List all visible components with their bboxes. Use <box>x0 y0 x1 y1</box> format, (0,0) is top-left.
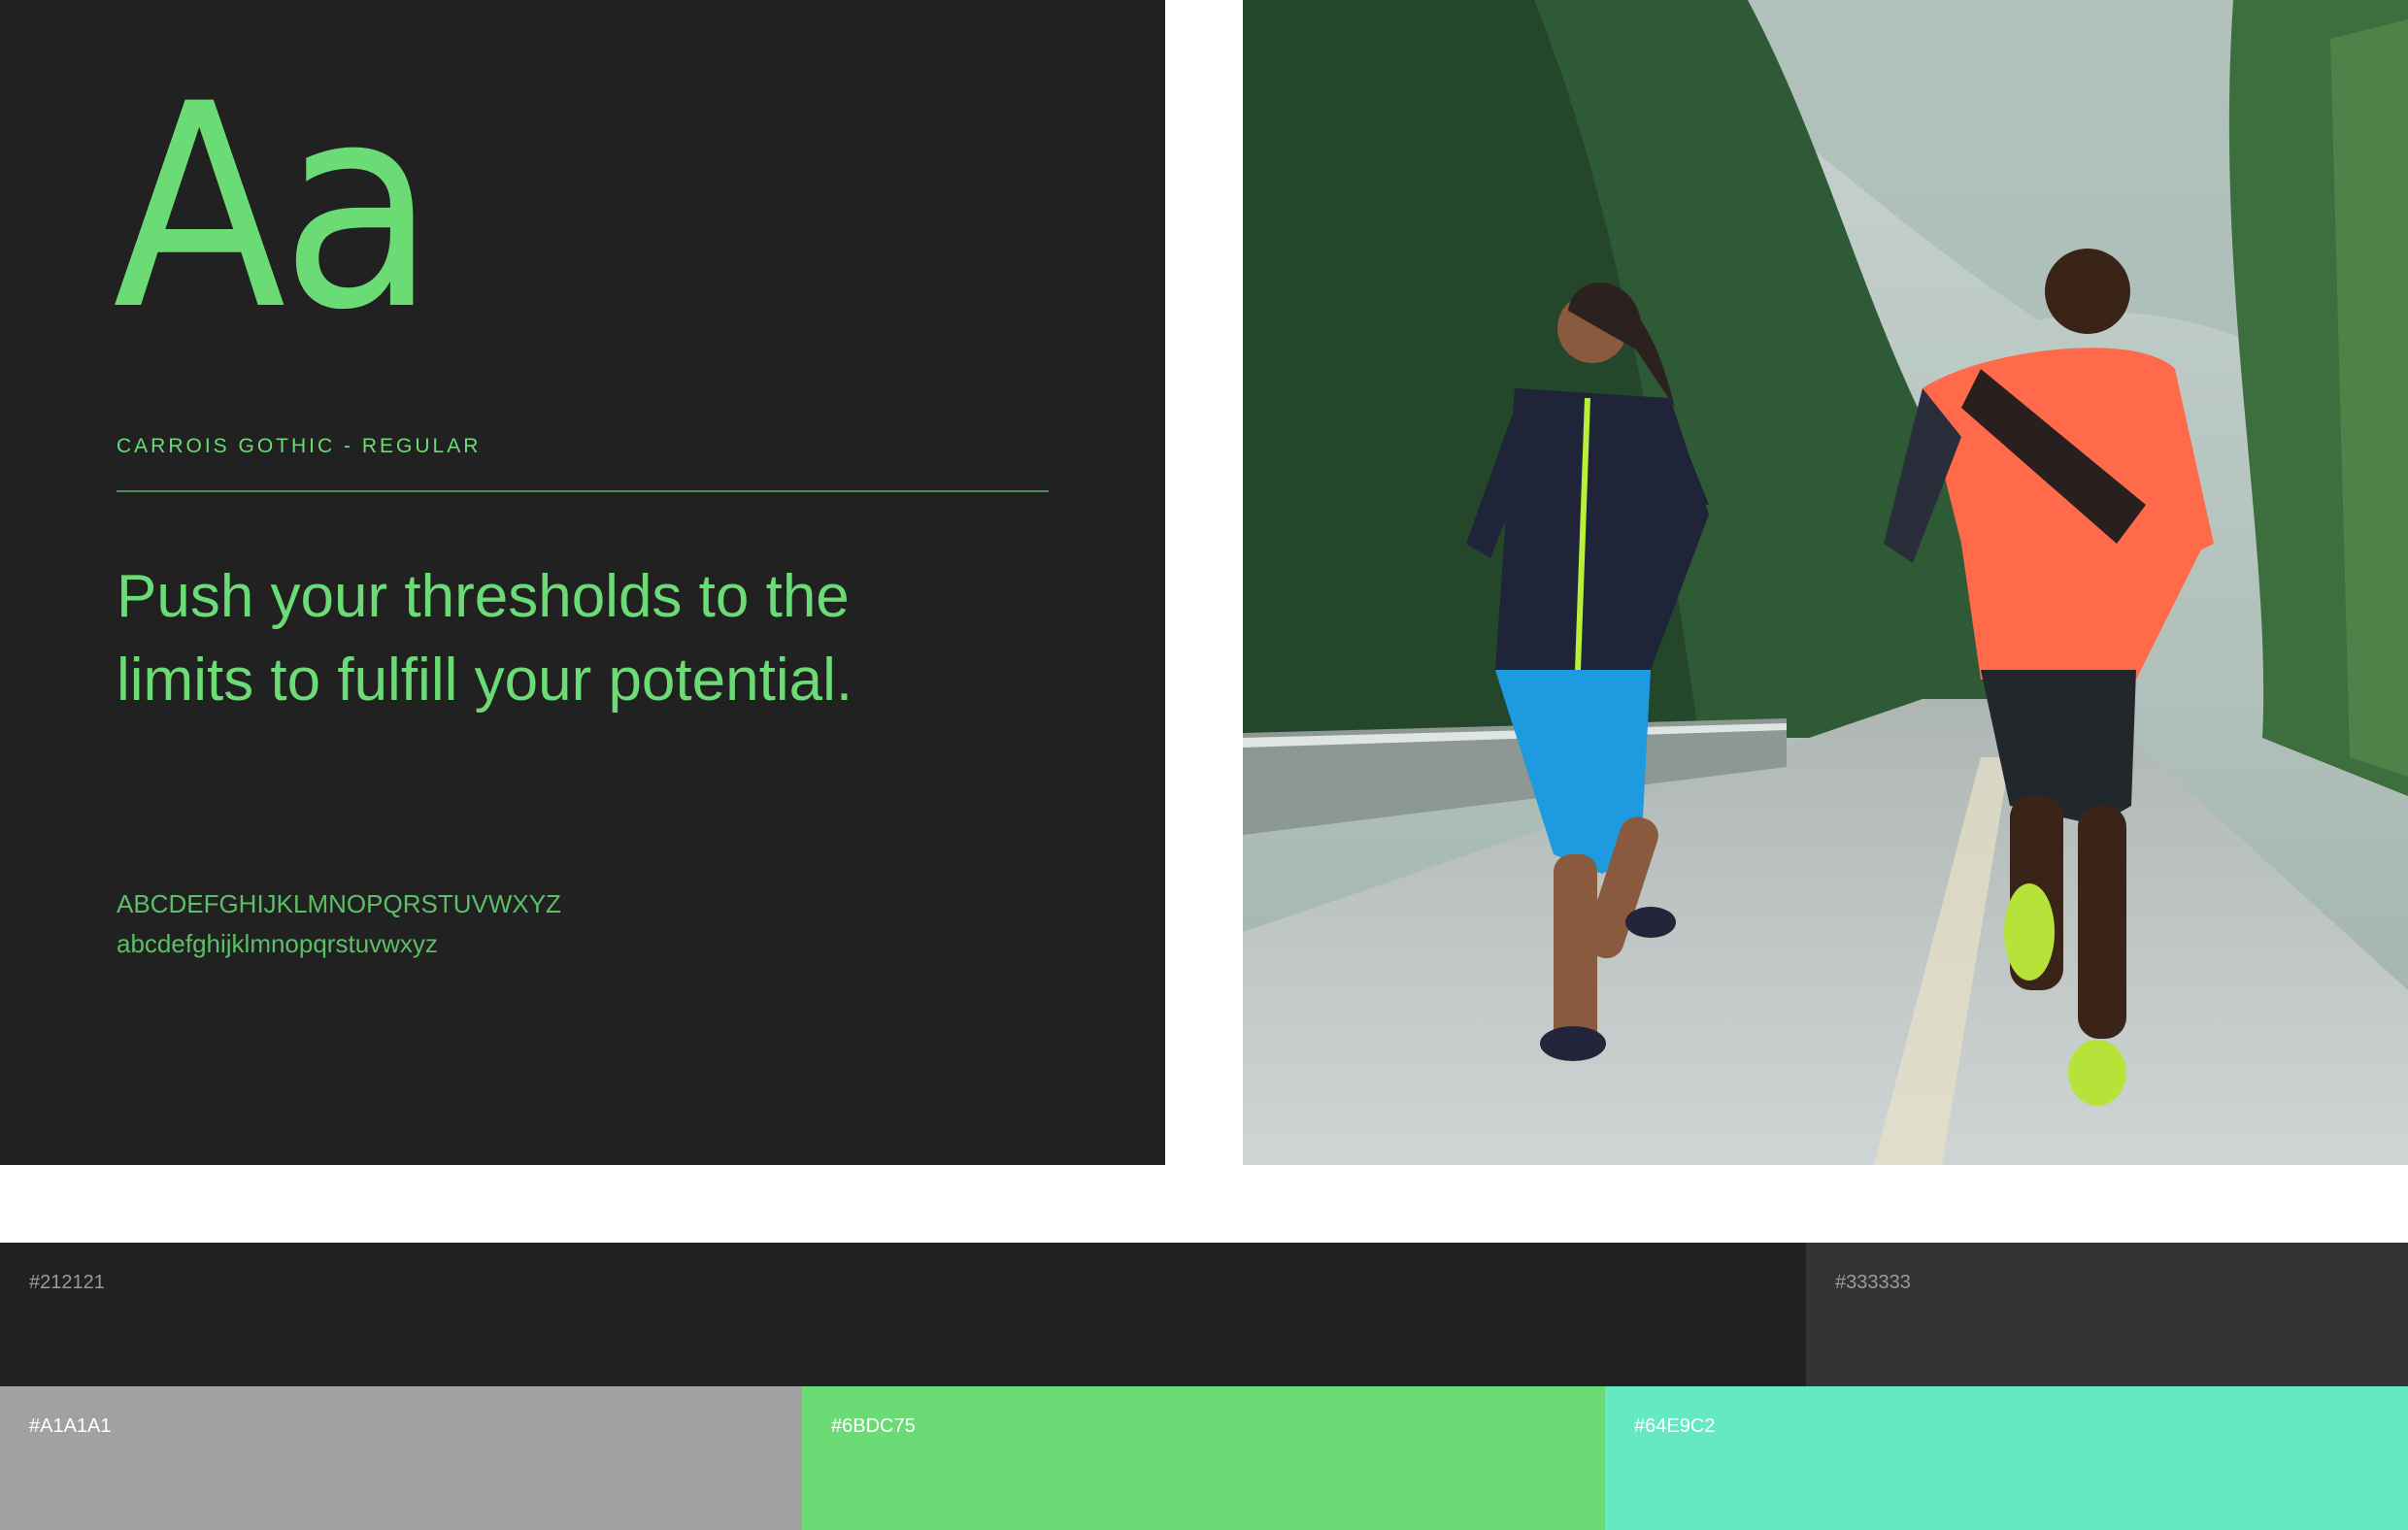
sample-quote: Push your thresholds to the limits to fu… <box>117 563 853 714</box>
swatch-hex-label: #A1A1A1 <box>29 1415 112 1437</box>
swatch-6bdc75: #6BDC75 <box>802 1386 1605 1530</box>
swatch-64e9c2: #64E9C2 <box>1605 1386 2408 1530</box>
typography-panel: Aa CARROIS GOTHIC - REGULAR Push your th… <box>0 0 1165 1165</box>
alphabet-sample: ABCDEFGHIJKLMNOPQRSTUVWXYZ abcdefghijklm… <box>117 884 561 964</box>
swatch-a1a1a1: #A1A1A1 <box>0 1386 802 1530</box>
uppercase-alphabet: ABCDEFGHIJKLMNOPQRSTUVWXYZ <box>117 889 561 918</box>
font-name-label: CARROIS GOTHIC - REGULAR <box>117 435 482 457</box>
divider <box>117 490 1049 492</box>
swatch-hex-label: #6BDC75 <box>831 1415 916 1437</box>
runners-illustration <box>1243 0 2408 1165</box>
swatch-hex-label: #212121 <box>29 1272 105 1293</box>
swatch-hex-label: #64E9C2 <box>1634 1415 1716 1437</box>
type-specimen: Aa <box>113 45 436 372</box>
swatch-212121: #212121 <box>0 1243 1806 1386</box>
swatch-hex-label: #333333 <box>1835 1272 1911 1293</box>
swatch-333333: #333333 <box>1806 1243 2408 1386</box>
runners-photo <box>1243 0 2408 1165</box>
lowercase-alphabet: abcdefghijklmnopqrstuvwxyz <box>117 929 438 958</box>
